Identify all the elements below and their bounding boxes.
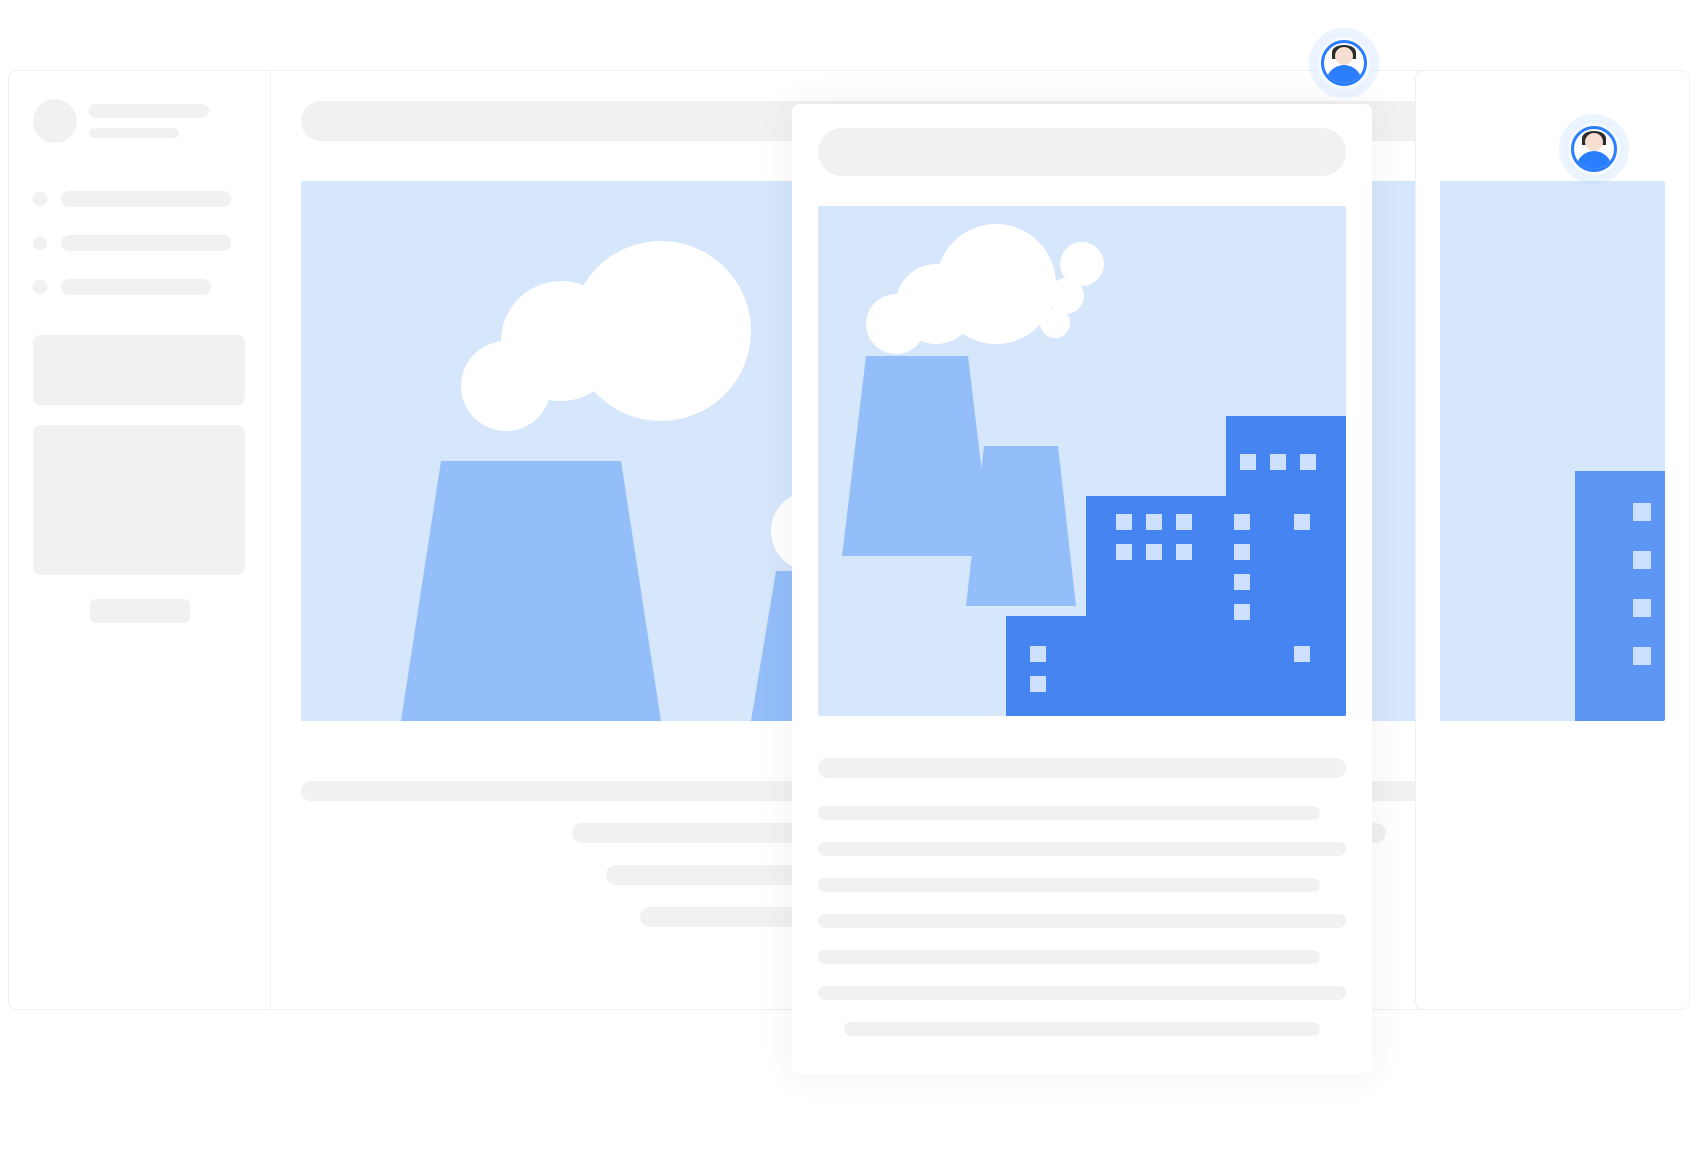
- skeleton-line: [61, 279, 211, 295]
- search-bar-placeholder[interactable]: [818, 128, 1346, 176]
- sidebar-header: [33, 99, 246, 143]
- skeleton-line: [61, 235, 231, 251]
- skeleton-line: [89, 128, 179, 138]
- text-content-placeholder: [818, 758, 1346, 1036]
- building-icon: [1575, 471, 1665, 721]
- right-preview-panel: [1415, 70, 1690, 1010]
- nav-icon-placeholder: [33, 192, 47, 206]
- skeleton-line: [818, 986, 1346, 1000]
- nav-icon-placeholder: [33, 280, 47, 294]
- skeleton-line: [818, 914, 1346, 928]
- skeleton-line: [61, 191, 231, 207]
- collaborator-avatar[interactable]: [1565, 120, 1623, 178]
- skeleton-line: [89, 104, 209, 118]
- skeleton-line: [818, 950, 1320, 964]
- sidebar-block: [33, 425, 245, 575]
- collaborator-avatar[interactable]: [1315, 34, 1373, 92]
- hero-illustration: [818, 206, 1346, 716]
- skeleton-line: [818, 806, 1320, 820]
- nav-item[interactable]: [33, 279, 246, 295]
- factory-building-icon: [1006, 376, 1346, 716]
- person-icon: [1321, 40, 1367, 86]
- skeleton-line: [818, 878, 1320, 892]
- profile-avatar-placeholder: [33, 99, 77, 143]
- sidebar: [9, 71, 271, 1009]
- cooling-tower-icon: [401, 461, 661, 721]
- person-icon: [1571, 126, 1617, 172]
- nav-item[interactable]: [33, 235, 246, 251]
- skeleton-line: [818, 842, 1346, 856]
- sidebar-block: [33, 335, 245, 405]
- mini-hero-illustration: [1440, 181, 1665, 721]
- nav-item[interactable]: [33, 191, 246, 207]
- skeleton-line: [844, 1022, 1319, 1036]
- skeleton-line: [818, 758, 1346, 778]
- sidebar-button-placeholder[interactable]: [90, 599, 190, 623]
- overlay-preview-card[interactable]: [792, 104, 1372, 1074]
- nav-icon-placeholder: [33, 236, 47, 250]
